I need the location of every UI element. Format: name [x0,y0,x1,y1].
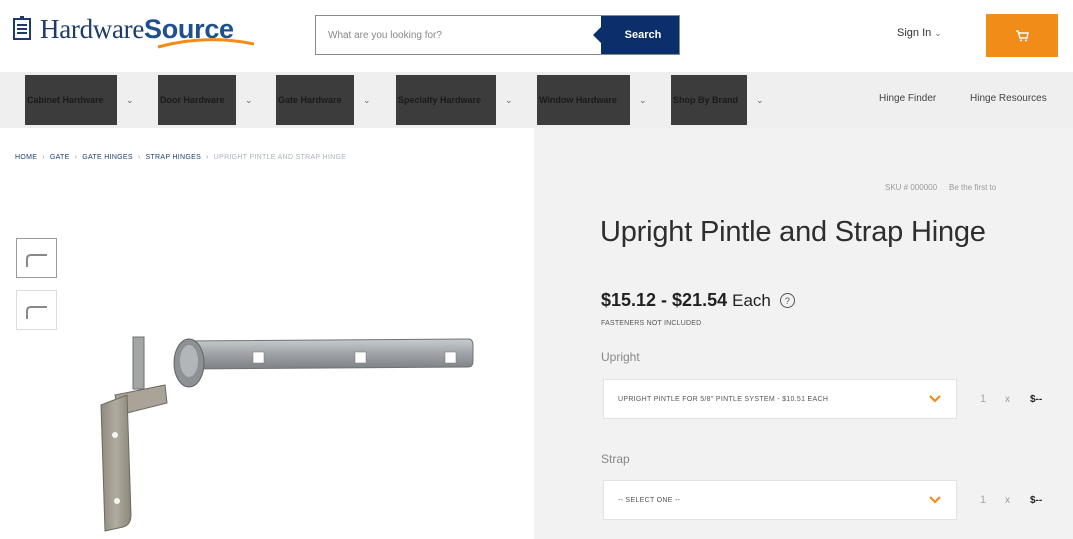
chevron-down-icon: ⌄ [756,94,764,105]
chevron-down-icon: ⌄ [505,94,513,105]
reviews-link[interactable]: Be the first to [949,183,996,192]
logo-icon [13,16,31,40]
line-price: $-- [1030,495,1043,506]
site-header: HardwareSource Search Sign In ⌄ [0,0,1073,72]
chevron-down-icon [929,496,941,504]
product-thumbnail-1[interactable] [16,238,57,278]
chevron-down-icon: ⌄ [639,94,647,105]
thumbnail-image [26,306,47,319]
thumbnail-image [26,254,47,267]
line-price: $-- [1030,394,1043,405]
nav-item-label: Gate Hardware [276,75,354,125]
breadcrumb-home[interactable]: HOME [15,154,37,161]
option-label-strap: Strap [601,452,630,466]
search-bar: Search [315,15,680,55]
multiply-sign: x [1005,394,1010,405]
sku-and-reviews: SKU # 000000 Be the first to [885,183,996,192]
nav-link-hinge-resources[interactable]: Hinge Resources [970,93,1047,104]
breadcrumb-separator: › [137,154,141,161]
logo-swoosh [157,38,255,49]
price-row: $15.12 - $21.54 Each ? [601,290,795,311]
cart-icon [1016,29,1029,41]
sign-in-label: Sign In [897,27,932,39]
sign-in-menu[interactable]: Sign In ⌄ [897,27,942,39]
chevron-down-icon [929,395,941,403]
option-label-upright: Upright [601,350,640,364]
nav-item-cabinet-hardware[interactable]: Cabinet Hardware ⌄ [25,75,134,125]
quantity-input[interactable]: 1 [980,393,986,405]
nav-link-hinge-finder[interactable]: Hinge Finder [879,93,936,104]
breadcrumb-gate[interactable]: GATE [50,154,70,161]
cart-button[interactable] [986,14,1058,57]
main-nav: Cabinet Hardware ⌄ Door Hardware ⌄ Gate … [0,72,1073,128]
breadcrumb-separator: › [74,154,78,161]
nav-item-label: Window Hardware [537,75,630,125]
search-button[interactable]: Search [593,16,679,54]
nav-item-label: Shop By Brand [671,75,747,125]
nav-item-gate-hardware[interactable]: Gate Hardware ⌄ [276,75,371,125]
upright-select[interactable]: UPRIGHT PINTLE FOR 5/8" PINTLE SYSTEM - … [603,379,957,419]
breadcrumb-separator: › [206,154,209,161]
nav-item-specialty-hardware[interactable]: Specialty Hardware ⌄ [396,75,513,125]
product-thumbnail-2[interactable] [16,290,57,330]
info-icon[interactable]: ? [779,293,795,308]
price-unit: Each [732,290,771,310]
product-title: Upright Pintle and Strap Hinge [600,216,986,248]
nav-item-label: Door Hardware [158,75,236,125]
nav-item-door-hardware[interactable]: Door Hardware ⌄ [158,75,253,125]
nav-item-shop-by-brand[interactable]: Shop By Brand ⌄ [671,75,764,125]
price-range: $15.12 - $21.54 [601,290,728,310]
quantity-input[interactable]: 1 [980,494,986,506]
strap-select[interactable]: -- SELECT ONE -- [603,480,957,520]
product-main-image [100,336,474,532]
chevron-down-icon: ⌄ [363,94,371,105]
multiply-sign: x [1005,495,1010,506]
nav-item-label: Specialty Hardware [396,75,496,125]
sku-number: SKU # 000000 [885,183,938,192]
breadcrumb-gate-hinges[interactable]: GATE HINGES [82,154,133,161]
chevron-down-icon: ⌄ [245,94,253,105]
select-value: UPRIGHT PINTLE FOR 5/8" PINTLE SYSTEM - … [618,395,829,403]
chevron-down-icon: ⌄ [126,94,134,105]
chevron-down-icon: ⌄ [934,27,942,38]
nav-item-label: Cabinet Hardware [25,75,117,125]
breadcrumb: HOME › GATE › GATE HINGES › STRAP HINGES… [15,154,346,161]
fasteners-note: FASTENERS NOT INCLUDED [601,320,702,327]
select-value: -- SELECT ONE -- [618,496,681,504]
breadcrumb-separator: › [42,154,45,161]
search-input[interactable] [316,16,601,54]
nav-item-window-hardware[interactable]: Window Hardware ⌄ [537,75,647,125]
logo-text-part1: Hardware [40,14,145,44]
breadcrumb-current: UPRIGHT PINTLE AND STRAP HINGE [213,154,347,161]
breadcrumb-strap-hinges[interactable]: STRAP HINGES [146,154,202,161]
